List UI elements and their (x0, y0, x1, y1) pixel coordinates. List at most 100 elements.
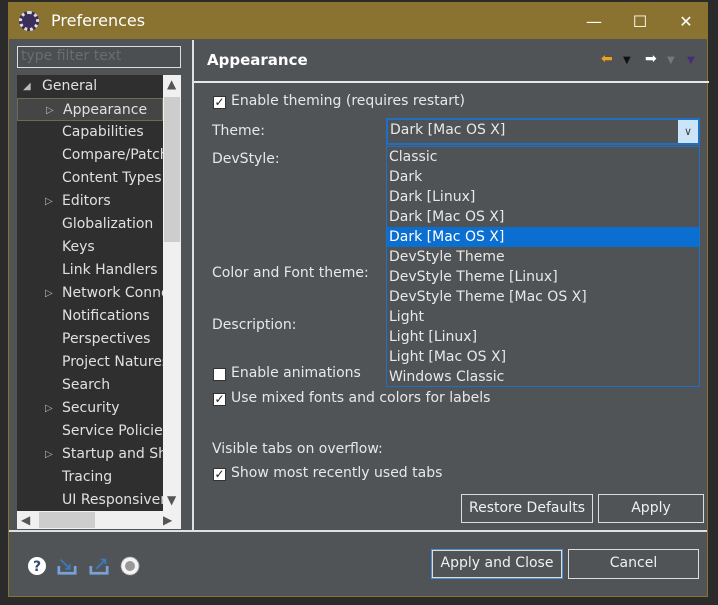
apply-button[interactable]: Apply (598, 494, 704, 523)
show-mru-label: Show most recently used tabs (231, 465, 443, 481)
expand-icon[interactable]: ▷ (45, 443, 53, 466)
view-menu-icon[interactable]: ▼ (687, 55, 695, 66)
record-icon[interactable] (120, 556, 140, 576)
filter-input[interactable]: type filter text (17, 46, 181, 68)
tree-item[interactable]: Project Natures (17, 351, 163, 374)
tree-item-label: Perspectives (62, 331, 151, 347)
preferences-tree: ◢ General ▷ Appearance Capabilities Compare/P… (17, 75, 163, 511)
tree-item-label: General (42, 78, 98, 94)
tree-item[interactable]: Search (17, 374, 163, 397)
tree-item[interactable]: Globalization (17, 213, 163, 236)
tree-item-label: Startup and Shutdown (62, 446, 163, 462)
color-font-theme-label: Color and Font theme: (212, 265, 369, 281)
scrollbar-thumb[interactable] (39, 512, 95, 528)
expand-icon[interactable]: ▷ (45, 282, 53, 305)
expand-icon[interactable]: ▷ (45, 397, 53, 420)
tree-vertical-scrollbar[interactable]: ▲ ▼ (163, 75, 181, 511)
theme-option[interactable]: Light [Linux] (387, 327, 699, 347)
enable-theming-label: Enable theming (requires restart) (231, 93, 465, 109)
description-label: Description: (212, 317, 297, 333)
theme-option[interactable]: Dark (387, 167, 699, 187)
cancel-button[interactable]: Cancel (568, 549, 699, 579)
theme-option[interactable]: Light [Mac OS X] (387, 347, 699, 367)
theme-option[interactable]: Dark [Linux] (387, 187, 699, 207)
tree-item-label: Link Handlers (62, 262, 158, 278)
tree-item[interactable]: Link Handlers (17, 259, 163, 282)
theme-option[interactable]: Light (387, 307, 699, 327)
footer-separator (9, 530, 707, 532)
tree-item[interactable]: Notifications (17, 305, 163, 328)
import-icon[interactable] (57, 556, 77, 576)
theme-option[interactable]: Windows Classic (387, 367, 699, 387)
scroll-up-icon[interactable]: ▲ (167, 77, 176, 91)
tree-item[interactable]: Keys (17, 236, 163, 259)
tree-item-label: Tracing (62, 469, 113, 485)
back-arrow-icon[interactable]: ⬅ (601, 51, 613, 67)
enable-animations-label: Enable animations (231, 365, 361, 381)
scroll-down-icon[interactable]: ▼ (167, 493, 176, 507)
expand-icon[interactable]: ▷ (45, 190, 53, 213)
tree-item-label: Network Connections (62, 285, 163, 301)
tree-item-label: UI Responsiveness (62, 492, 163, 508)
theme-option[interactable]: DevStyle Theme [Linux] (387, 267, 699, 287)
header-separator (194, 81, 709, 83)
expand-icon[interactable]: ▷ (46, 99, 54, 122)
theme-select-value: Dark [Mac OS X] (390, 122, 506, 138)
title-bar: Preferences — ☐ ✕ (9, 3, 707, 39)
tree-item[interactable]: Capabilities (17, 121, 163, 144)
tree-horizontal-scrollbar[interactable]: ◀ ▶ (17, 511, 181, 529)
tree-item[interactable]: ▷ Security (17, 397, 163, 420)
tree-item[interactable]: UI Responsiveness (17, 489, 163, 511)
theme-option[interactable]: Dark [Mac OS X] (387, 227, 699, 247)
theme-select[interactable]: Dark [Mac OS X] ∨ (386, 118, 700, 145)
scroll-right-icon[interactable]: ▶ (163, 513, 172, 527)
tree-item-label: Search (62, 377, 111, 393)
theme-option[interactable]: DevStyle Theme (387, 247, 699, 267)
theme-option[interactable]: Dark [Mac OS X] (387, 207, 699, 227)
tree-item[interactable]: Tracing (17, 466, 163, 489)
divider (192, 40, 194, 530)
collapse-icon[interactable]: ◢ (23, 75, 31, 98)
tree-item[interactable]: ▷ Appearance (17, 98, 163, 121)
maximize-button[interactable]: ☐ (617, 3, 663, 39)
scrollbar-thumb[interactable] (164, 97, 180, 242)
apply-and-close-button[interactable]: Apply and Close (431, 549, 563, 579)
restore-defaults-button[interactable]: Restore Defaults (461, 494, 593, 523)
chevron-down-icon[interactable]: ∨ (678, 120, 698, 143)
enable-theming-checkbox[interactable]: ✓ (213, 96, 226, 109)
eclipse-logo-icon (19, 11, 39, 31)
theme-label: Theme: (212, 123, 266, 139)
show-mru-checkbox[interactable]: ✓ (213, 468, 226, 481)
tree-item[interactable]: ▷ Editors (17, 190, 163, 213)
tree-item-label: Capabilities (62, 124, 144, 140)
minimize-button[interactable]: — (571, 3, 617, 39)
tree-item[interactable]: Content Types (17, 167, 163, 190)
back-menu-icon[interactable]: ▼ (623, 55, 631, 66)
window-title: Preferences (51, 11, 146, 30)
theme-option[interactable]: DevStyle Theme [Mac OS X] (387, 287, 699, 307)
theme-option[interactable]: Classic (387, 147, 699, 167)
scroll-left-icon[interactable]: ◀ (21, 513, 30, 527)
preferences-window: Preferences — ☐ ✕ type filter text ◢ Gene… (8, 2, 709, 597)
tree-item-label: Content Types (62, 170, 162, 186)
tree-item[interactable]: Compare/Patch (17, 144, 163, 167)
tree-item[interactable]: ◢ General (17, 75, 163, 98)
devstyle-label: DevStyle: (212, 151, 280, 167)
help-icon[interactable]: ? (27, 556, 47, 576)
tree-item[interactable]: ▷ Startup and Shutdown (17, 443, 163, 466)
forward-arrow-icon[interactable]: ➡ (645, 51, 657, 67)
tree-item[interactable]: ▷ Network Connections (17, 282, 163, 305)
forward-menu-icon[interactable]: ▼ (667, 55, 675, 66)
page-title: Appearance (207, 51, 308, 69)
tree-item[interactable]: Perspectives (17, 328, 163, 351)
tree-item-label: Globalization (62, 216, 154, 232)
tree-item-label: Project Natures (62, 354, 163, 370)
tree-item[interactable]: Service Policies (17, 420, 163, 443)
tree-item-label: Compare/Patch (62, 147, 163, 163)
close-button[interactable]: ✕ (663, 3, 709, 39)
tree-item-label: Keys (62, 239, 95, 255)
enable-animations-checkbox[interactable] (213, 368, 226, 381)
export-icon[interactable] (89, 556, 109, 576)
mixed-fonts-checkbox[interactable]: ✓ (213, 393, 226, 406)
tree-item-label: Service Policies (62, 423, 163, 439)
